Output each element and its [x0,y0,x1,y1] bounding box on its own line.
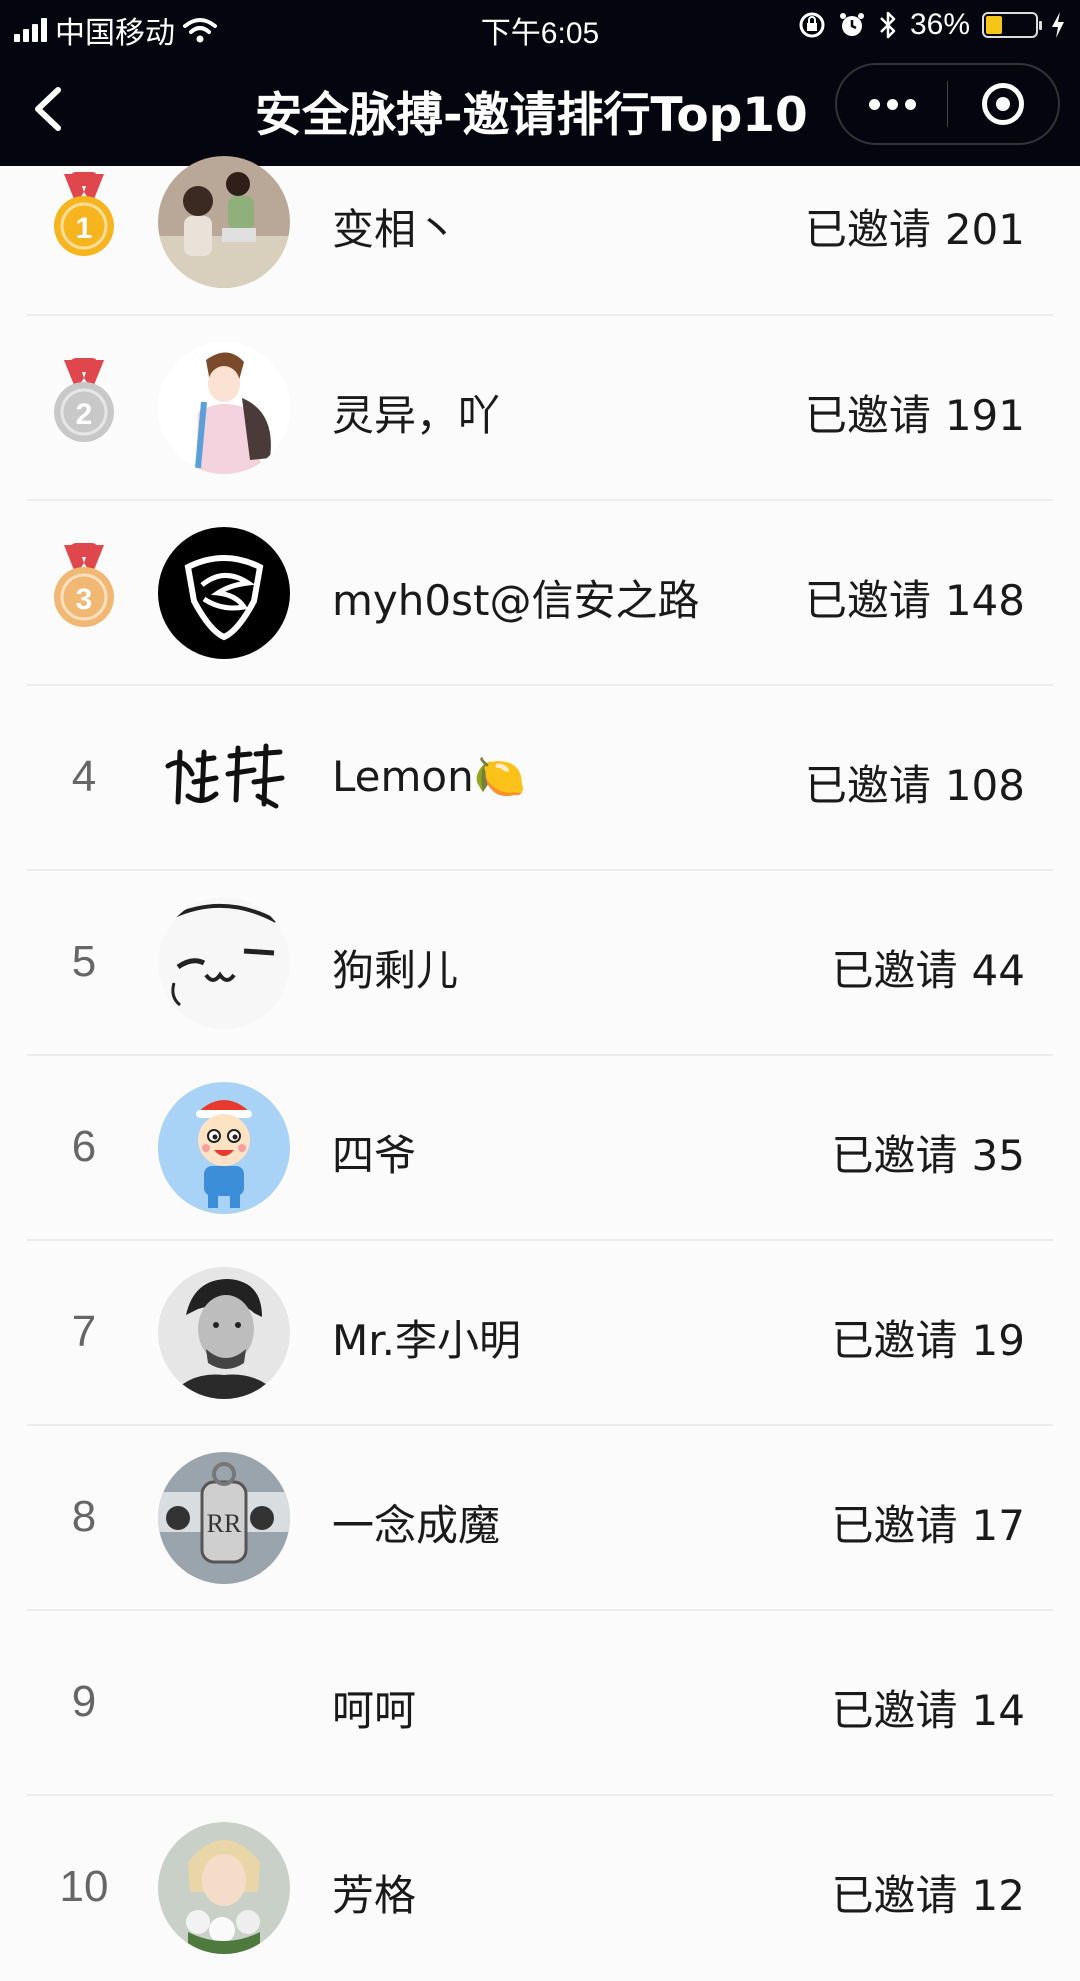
invite-count-value: 191 [944,391,1025,440]
invite-count-prefix: 已邀请 [804,391,931,440]
invite-count: 已邀请 108 [805,752,1025,813]
invite-count-prefix: 已邀请 [831,1501,958,1550]
list-item[interactable]: 10 芳格 已邀请 12 [0,1796,1080,1981]
list-item[interactable]: 2 灵异，吖 已邀请 191 [0,316,1080,501]
charging-icon [1052,12,1064,38]
invite-count-value: 35 [971,1131,1025,1180]
carrier-label: 中国移动 [55,17,175,50]
chevron-left-icon[interactable] [26,86,72,132]
invite-count-value: 19 [971,1316,1025,1365]
user-name: 灵异，吖 [332,391,501,440]
list-item[interactable]: 7 Mr.李小明 已邀请 19 [0,1241,1080,1426]
blank-avatar[interactable] [158,1637,290,1769]
invite-count: 已邀请 44 [832,937,1025,998]
invite-count: 已邀请 17 [832,1492,1025,1553]
invite-count: 已邀请 12 [832,1862,1025,1923]
invite-count-prefix: 已邀请 [831,1131,958,1180]
leaderboard-list: 1 变相丶 已邀请 201 2 灵异，吖 已邀请 191 3 myh0st@信安之路 已邀请 148 4… [0,156,1080,1981]
invite-count-value: 201 [944,205,1025,254]
user-name: 一念成魔 [332,1501,501,1550]
user-name: myh0st@信安之路 [332,576,700,625]
anime-avatar[interactable] [158,342,290,474]
user-name: 变相丶 [332,205,459,254]
portrait-avatar[interactable] [158,1267,290,1399]
close-button[interactable] [948,65,1058,143]
invite-count-prefix: 已邀请 [804,761,931,810]
logo-avatar[interactable] [158,527,290,659]
more-button[interactable] [837,65,947,143]
user-name: 狗剩儿 [332,946,459,995]
calligraphy-avatar[interactable] [158,712,290,844]
target-circle-icon [982,83,1024,125]
invite-count-value: 12 [971,1871,1025,1920]
status-bar: 中国移动 下午6:05 36% [0,0,1080,52]
invite-count: 已邀请 191 [805,382,1025,443]
car-key-avatar[interactable]: RR [158,1452,290,1584]
user-name: 四爷 [332,1131,417,1180]
photo-avatar[interactable] [158,156,290,288]
rotation-lock-icon [799,12,825,38]
list-item[interactable]: 4 Lemon🍋 已邀请 108 [0,686,1080,871]
svg-text:3: 3 [76,583,93,616]
status-time: 下午6:05 [480,17,600,50]
invite-count-prefix: 已邀请 [831,946,958,995]
gold-medal-icon: 1 [50,170,118,260]
user-name: Mr.李小明 [332,1316,522,1365]
nav-bar: 安全脉搏-邀请排行Top10 [0,52,1080,166]
invite-count-prefix: 已邀请 [804,576,931,625]
rank-number: 6 [71,1122,97,1171]
user-name: Lemon🍋 [332,752,527,801]
invite-count-prefix: 已邀请 [831,1871,958,1920]
cartoon-boy-avatar[interactable] [158,1082,290,1214]
cartoon-face-avatar[interactable] [158,897,290,1029]
user-name: 芳格 [332,1871,417,1920]
rank-number: 9 [71,1677,97,1726]
silver-medal-icon: 2 [50,356,118,446]
invite-count-value: 108 [944,761,1025,810]
invite-count: 已邀请 35 [832,1122,1025,1183]
invite-count: 已邀请 14 [832,1677,1025,1738]
page-title: 安全脉搏-邀请排行Top10 [255,88,808,143]
alarm-icon [839,13,864,36]
user-name: 呵呵 [332,1686,417,1735]
invite-count-value: 17 [971,1501,1025,1550]
flower-portrait-avatar[interactable] [158,1822,290,1954]
invite-count-value: 44 [971,946,1025,995]
list-item[interactable]: 3 myh0st@信安之路 已邀请 148 [0,501,1080,686]
more-dots-icon [868,98,916,110]
invite-count-prefix: 已邀请 [831,1686,958,1735]
rank-number: 5 [71,937,97,986]
list-item[interactable]: 5 狗剩儿 已邀请 44 [0,871,1080,1056]
invite-count: 已邀请 19 [832,1307,1025,1368]
invite-count: 已邀请 148 [805,567,1025,628]
invite-count: 已邀请 201 [805,196,1025,257]
rank-number: 4 [71,752,97,801]
battery-icon [982,12,1042,38]
rank-number: 8 [71,1492,97,1541]
signal-icon [14,18,47,42]
battery-percent: 36% [909,8,970,41]
invite-count-prefix: 已邀请 [831,1316,958,1365]
svg-text:1: 1 [76,212,93,245]
svg-text:2: 2 [76,398,93,431]
list-item[interactable]: 8 RR 一念成魔 已邀请 17 [0,1426,1080,1611]
wifi-icon [183,18,217,43]
list-item[interactable]: 6 四爷 已邀请 35 [0,1056,1080,1241]
rank-number: 7 [71,1307,97,1356]
svg-text:RR: RR [207,1509,242,1538]
bluetooth-icon [880,11,896,39]
mini-program-capsule [835,63,1060,145]
invite-count-prefix: 已邀请 [804,205,931,254]
invite-count-value: 14 [971,1686,1025,1735]
invite-count-value: 148 [944,576,1025,625]
list-item[interactable]: 9 呵呵 已邀请 14 [0,1611,1080,1796]
rank-number: 10 [59,1862,109,1911]
list-item[interactable]: 1 变相丶 已邀请 201 [0,156,1080,316]
bronze-medal-icon: 3 [50,541,118,631]
